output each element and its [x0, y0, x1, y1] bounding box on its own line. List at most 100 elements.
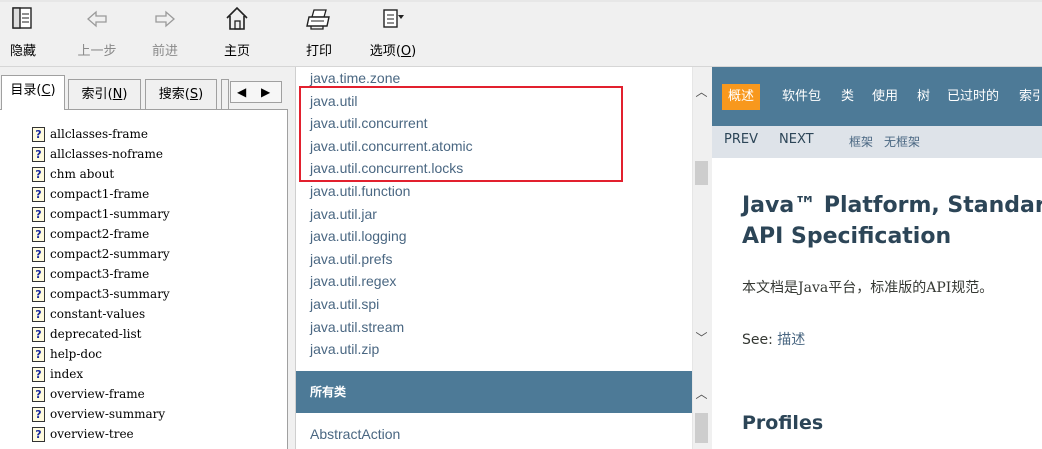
highlight-box — [299, 86, 623, 182]
tree-item-label: constant-values — [50, 307, 146, 321]
tab-contents-label: 目录 — [10, 83, 37, 98]
scroll-down-icon[interactable]: ﹀ — [693, 329, 710, 346]
tree-item[interactable]: ? compact3-summary — [32, 284, 170, 304]
class-scroll-thumb[interactable] — [695, 413, 708, 443]
see-description-link[interactable]: 描述 — [777, 332, 805, 348]
tree-item-label: allclasses-noframe — [50, 147, 163, 161]
nav-overview[interactable]: 概述 — [722, 84, 761, 110]
tree-item[interactable]: ? chm about — [32, 164, 114, 184]
tree-item[interactable]: ? index — [32, 364, 83, 384]
help-topic-icon: ? — [32, 306, 45, 322]
package-link[interactable]: java.util.zip — [310, 341, 379, 357]
forward-label: 前进 — [151, 44, 178, 59]
tab-index-label: 索引 — [81, 87, 108, 102]
see-line: See: 描述 — [742, 329, 805, 349]
tree-item[interactable]: ? constant-values — [32, 304, 145, 324]
hide-label: 隐藏 — [9, 44, 36, 59]
tree-item-label: compact3-frame — [50, 267, 150, 281]
nav-use[interactable]: 使用 — [872, 84, 898, 110]
profiles-heading: Profiles — [742, 412, 824, 434]
class-list-scrollbar[interactable]: ︿ — [692, 371, 710, 449]
nav-index[interactable]: 索引 — [1019, 84, 1042, 110]
help-topic-icon: ? — [32, 286, 45, 302]
content-frame: 概述 软件包 类 使用 树 已过时的 索引 PREV NEXT 框架 无框架 J… — [712, 67, 1042, 449]
package-list-scrollbar[interactable]: ︿ ﹀ — [692, 67, 710, 371]
tree-item[interactable]: ? compact1-summary — [32, 204, 170, 224]
package-link[interactable]: java.util.function — [310, 183, 410, 199]
tree-item-label: compact1-frame — [50, 187, 150, 201]
package-link[interactable]: java.time.zone — [310, 70, 400, 86]
tab-index[interactable]: 索引(N) — [68, 79, 141, 109]
tree-item-label: compact1-summary — [50, 207, 170, 221]
package-link[interactable]: java.util.logging — [310, 228, 407, 244]
tab-scroll-left-icon[interactable]: ◀ — [237, 84, 246, 100]
tree-item[interactable]: ? help-doc — [32, 344, 102, 364]
home-button[interactable]: 主页 — [219, 4, 255, 62]
page-subtitle: API Specification — [742, 224, 952, 249]
nav-deprecated[interactable]: 已过时的 — [947, 84, 999, 110]
nav-class[interactable]: 类 — [841, 84, 854, 110]
page-title: Java™ Platform, Standard — [742, 193, 1042, 218]
help-topic-icon: ? — [32, 386, 45, 402]
tree-item[interactable]: ? overview-summary — [32, 404, 165, 424]
help-topic-icon: ? — [32, 406, 45, 422]
tab-search[interactable]: 搜索(S) — [145, 79, 217, 109]
package-link[interactable]: java.util.prefs — [310, 251, 392, 267]
forward-button[interactable]: 前进 — [146, 4, 184, 62]
tree-item-label: overview-tree — [50, 427, 134, 441]
nav-package[interactable]: 软件包 — [782, 84, 821, 110]
back-label: 上一步 — [77, 44, 117, 59]
tab-scroll-buttons: ◀ ▶ — [230, 81, 282, 103]
package-link[interactable]: java.util.regex — [310, 273, 396, 289]
hide-pane-icon — [12, 7, 32, 29]
help-topic-icon: ? — [32, 366, 45, 382]
tree-item-label: deprecated-list — [50, 327, 142, 341]
package-link[interactable]: java.util.stream — [310, 319, 404, 335]
class-link[interactable]: AbstractAction — [310, 426, 400, 442]
options-button[interactable]: 选项(O) — [364, 4, 422, 62]
see-label: See: — [742, 332, 778, 348]
help-topic-icon: ? — [32, 266, 45, 282]
class-scroll-up-icon[interactable]: ︿ — [693, 385, 710, 402]
tree-item[interactable]: ? compact2-frame — [32, 224, 149, 244]
nav-tree[interactable]: 树 — [917, 84, 930, 110]
frames-link[interactable]: 框架 — [849, 133, 873, 150]
help-topic-icon: ? — [32, 426, 45, 442]
navigation-pane: 目录(C) 索引(N) 搜索(S) ◀ ▶ ? allclasses-frame?… — [0, 67, 289, 449]
package-link[interactable]: java.util.jar — [310, 206, 377, 222]
hide-button[interactable]: 隐藏 — [4, 4, 42, 62]
tree-item[interactable]: ? compact3-frame — [32, 264, 149, 284]
scroll-up-icon[interactable]: ︿ — [693, 83, 710, 100]
tree-item[interactable]: ? compact2-summary — [32, 244, 170, 264]
help-topic-icon: ? — [32, 226, 45, 242]
tree-item[interactable]: ? allclasses-frame — [32, 124, 148, 144]
prev-link[interactable]: PREV — [724, 132, 758, 147]
tab-search-label: 搜索 — [158, 87, 185, 102]
tab-scroll-right-icon[interactable]: ▶ — [261, 84, 270, 100]
contents-tree: ? allclasses-frame? allclasses-noframe ? chm… — [0, 109, 288, 449]
tree-item[interactable]: ? overview-frame — [32, 384, 145, 404]
tree-item-label: compact2-frame — [50, 227, 150, 241]
tab-contents[interactable]: 目录(C) — [1, 75, 65, 110]
tree-item[interactable]: ? deprecated-list — [32, 324, 142, 344]
options-label: 选项(O) — [369, 44, 417, 59]
help-topic-icon: ? — [32, 206, 45, 222]
help-topic-icon: ? — [32, 246, 45, 262]
back-button[interactable]: 上一步 — [70, 4, 124, 62]
tab-partial[interactable] — [221, 79, 229, 109]
tree-item[interactable]: ? overview-tree — [32, 424, 134, 444]
print-button[interactable]: 打印 — [301, 4, 337, 62]
next-link[interactable]: NEXT — [779, 132, 814, 147]
tree-item[interactable]: ? allclasses-noframe — [32, 144, 163, 164]
help-topic-icon: ? — [32, 146, 45, 162]
scroll-thumb[interactable] — [695, 161, 708, 185]
description-text: 本文档是Java平台，标准版的API规范。 — [742, 280, 994, 296]
tree-item[interactable]: ? compact1-frame — [32, 184, 149, 204]
no-frames-link[interactable]: 无框架 — [884, 133, 920, 150]
package-link[interactable]: java.util.spi — [310, 296, 379, 312]
help-topic-icon: ? — [32, 346, 45, 362]
tree-item-label: compact2-summary — [50, 247, 170, 261]
tree-item-label: help-doc — [50, 347, 103, 361]
top-navbar: 概述 软件包 类 使用 树 已过时的 索引 — [712, 67, 1042, 126]
forward-arrow-icon — [155, 10, 175, 28]
